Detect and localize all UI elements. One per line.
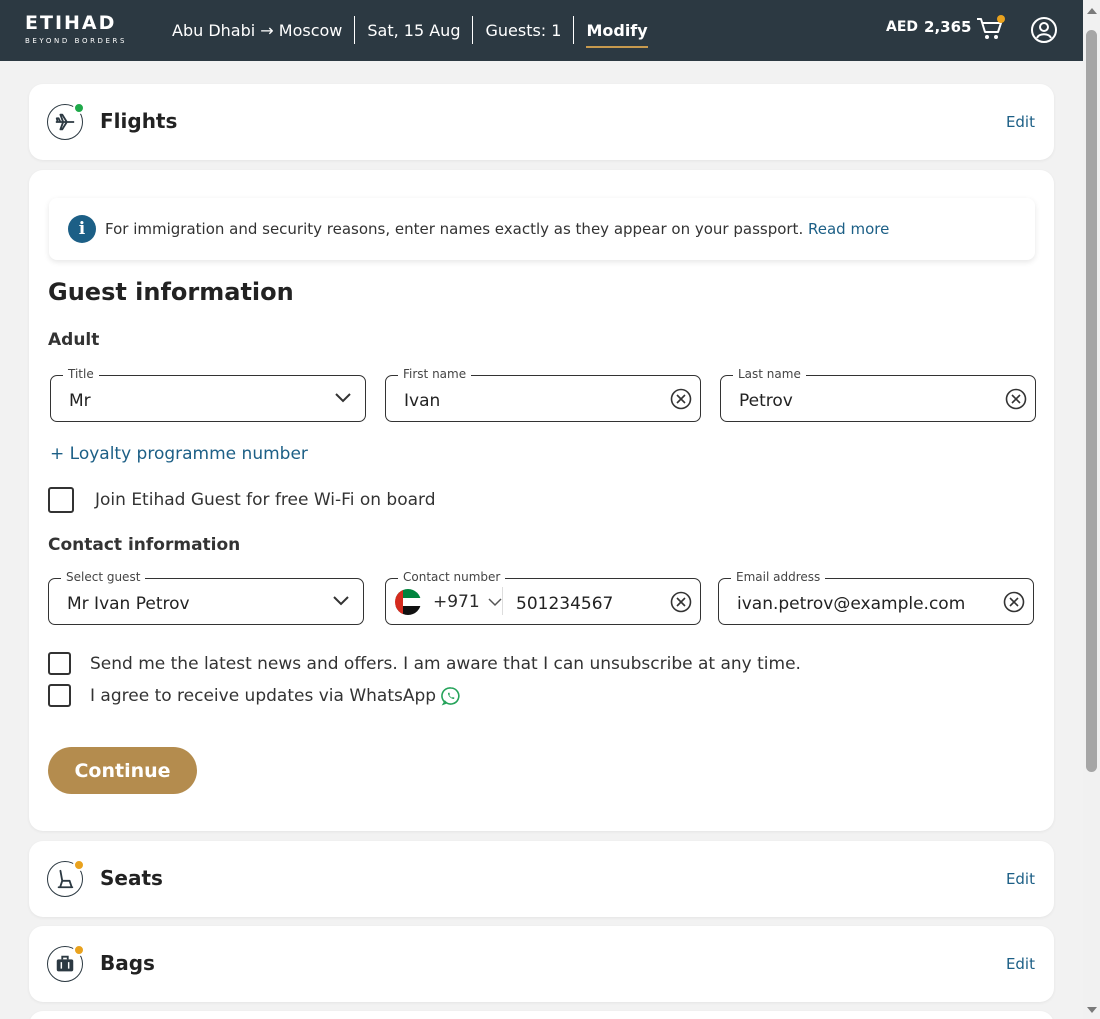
flights-step-icon [47, 102, 85, 140]
seat-icon [57, 869, 74, 889]
info-icon: i [68, 215, 96, 243]
contact-information-title: Contact information [48, 535, 241, 555]
last-name-value: Petrov [739, 391, 793, 411]
email-field[interactable]: Email address ivan.petrov@example.com [718, 570, 1034, 625]
next-step-card [29, 1011, 1054, 1019]
select-guest-value: Mr Ivan Petrov [67, 594, 190, 614]
news-offers-label: Send me the latest news and offers. I am… [90, 653, 801, 674]
email-value: ivan.petrov@example.com [737, 594, 966, 614]
trip-route: Abu Dhabi → Moscow [160, 16, 356, 44]
continue-button[interactable]: Continue [48, 747, 197, 794]
notice-text: For immigration and security reasons, en… [105, 220, 804, 238]
country-code-selector[interactable]: +971 [395, 589, 502, 615]
pending-status-dot [73, 859, 85, 871]
flights-step-card: Flights Edit [29, 84, 1054, 160]
guest-information-card: i For immigration and security reasons, … [29, 170, 1054, 831]
email-label: Email address [731, 570, 826, 584]
clear-icon[interactable] [670, 388, 692, 410]
first-name-value: Ivan [404, 391, 441, 411]
scroll-down-arrow-icon[interactable] [1087, 1007, 1097, 1013]
price-amount: 2,365 [924, 18, 972, 36]
edit-flights-link[interactable]: Edit [1006, 113, 1035, 131]
join-etihad-guest-row[interactable]: Join Etihad Guest for free Wi-Fi on boar… [48, 487, 436, 513]
contact-number-label: Contact number [398, 570, 506, 584]
news-offers-row[interactable]: Send me the latest news and offers. I am… [48, 652, 801, 675]
seats-step-icon [47, 859, 85, 897]
seats-step-card: Seats Edit [29, 841, 1054, 917]
whatsapp-checkbox[interactable] [48, 684, 71, 707]
baggage-icon [56, 955, 74, 972]
first-name-label: First name [398, 367, 472, 381]
airplane-icon [55, 113, 75, 131]
passport-notice: i For immigration and security reasons, … [49, 198, 1035, 260]
news-offers-checkbox[interactable] [48, 652, 71, 675]
total-price: AED 2,365 [886, 18, 971, 36]
edit-bags-link[interactable]: Edit [1006, 955, 1035, 973]
title-select[interactable]: Title Mr [50, 367, 366, 422]
uae-flag-icon [395, 589, 421, 615]
bags-step-title: Bags [100, 951, 155, 975]
clear-icon[interactable] [670, 591, 692, 613]
profile-icon[interactable] [1030, 16, 1058, 44]
last-name-label: Last name [733, 367, 806, 381]
top-header: ETIHAD BEYOND BORDERS Abu Dhabi → Moscow… [0, 0, 1083, 61]
bags-step-card: Bags Edit [29, 926, 1054, 1002]
select-guest-dropdown[interactable]: Select guest Mr Ivan Petrov [48, 570, 364, 625]
logo-tagline: BEYOND BORDERS [25, 37, 128, 45]
add-loyalty-number-link[interactable]: + Loyalty programme number [50, 444, 308, 464]
field-divider [502, 587, 503, 615]
country-code-value: +971 [433, 592, 480, 612]
join-etihad-guest-checkbox[interactable] [48, 487, 74, 513]
contact-number-value: 501234567 [516, 594, 614, 614]
contact-number-field[interactable]: Contact number +971 501234567 [385, 570, 701, 625]
first-name-field[interactable]: First name Ivan [385, 367, 701, 422]
logo-wordmark: ETIHAD [25, 12, 117, 34]
scroll-up-arrow-icon[interactable] [1087, 8, 1097, 14]
cart-icon[interactable] [976, 14, 1006, 42]
page-scrollbar[interactable] [1083, 0, 1100, 1019]
chevron-down-icon [488, 597, 502, 606]
edit-seats-link[interactable]: Edit [1006, 870, 1035, 888]
read-more-link[interactable]: Read more [808, 220, 889, 238]
select-guest-label: Select guest [61, 570, 146, 584]
seats-step-title: Seats [100, 866, 163, 890]
etihad-logo[interactable]: ETIHAD BEYOND BORDERS [25, 12, 140, 46]
chevron-down-icon [333, 596, 349, 606]
trip-summary: Abu Dhabi → Moscow Sat, 15 Aug Guests: 1… [160, 16, 660, 48]
guest-information-title: Guest information [48, 278, 294, 306]
pending-status-dot [73, 944, 85, 956]
bags-step-icon [47, 944, 85, 982]
title-select-label: Title [63, 367, 99, 381]
whatsapp-label: I agree to receive updates via WhatsApp [90, 685, 437, 706]
trip-date: Sat, 15 Aug [355, 16, 474, 44]
scroll-thumb[interactable] [1086, 30, 1097, 772]
join-etihad-guest-label: Join Etihad Guest for free Wi-Fi on boar… [95, 490, 436, 510]
clear-icon[interactable] [1005, 388, 1027, 410]
completed-status-dot [73, 102, 85, 114]
whatsapp-icon [441, 686, 460, 706]
title-select-value: Mr [69, 391, 91, 411]
passenger-type-label: Adult [48, 330, 100, 350]
modify-button[interactable]: Modify [574, 16, 659, 48]
trip-guests: Guests: 1 [473, 16, 575, 44]
last-name-field[interactable]: Last name Petrov [720, 367, 1036, 422]
chevron-down-icon [335, 393, 351, 403]
flights-step-title: Flights [100, 109, 178, 133]
whatsapp-row[interactable]: I agree to receive updates via WhatsApp [48, 684, 461, 707]
price-currency: AED [886, 19, 919, 35]
clear-icon[interactable] [1003, 591, 1025, 613]
